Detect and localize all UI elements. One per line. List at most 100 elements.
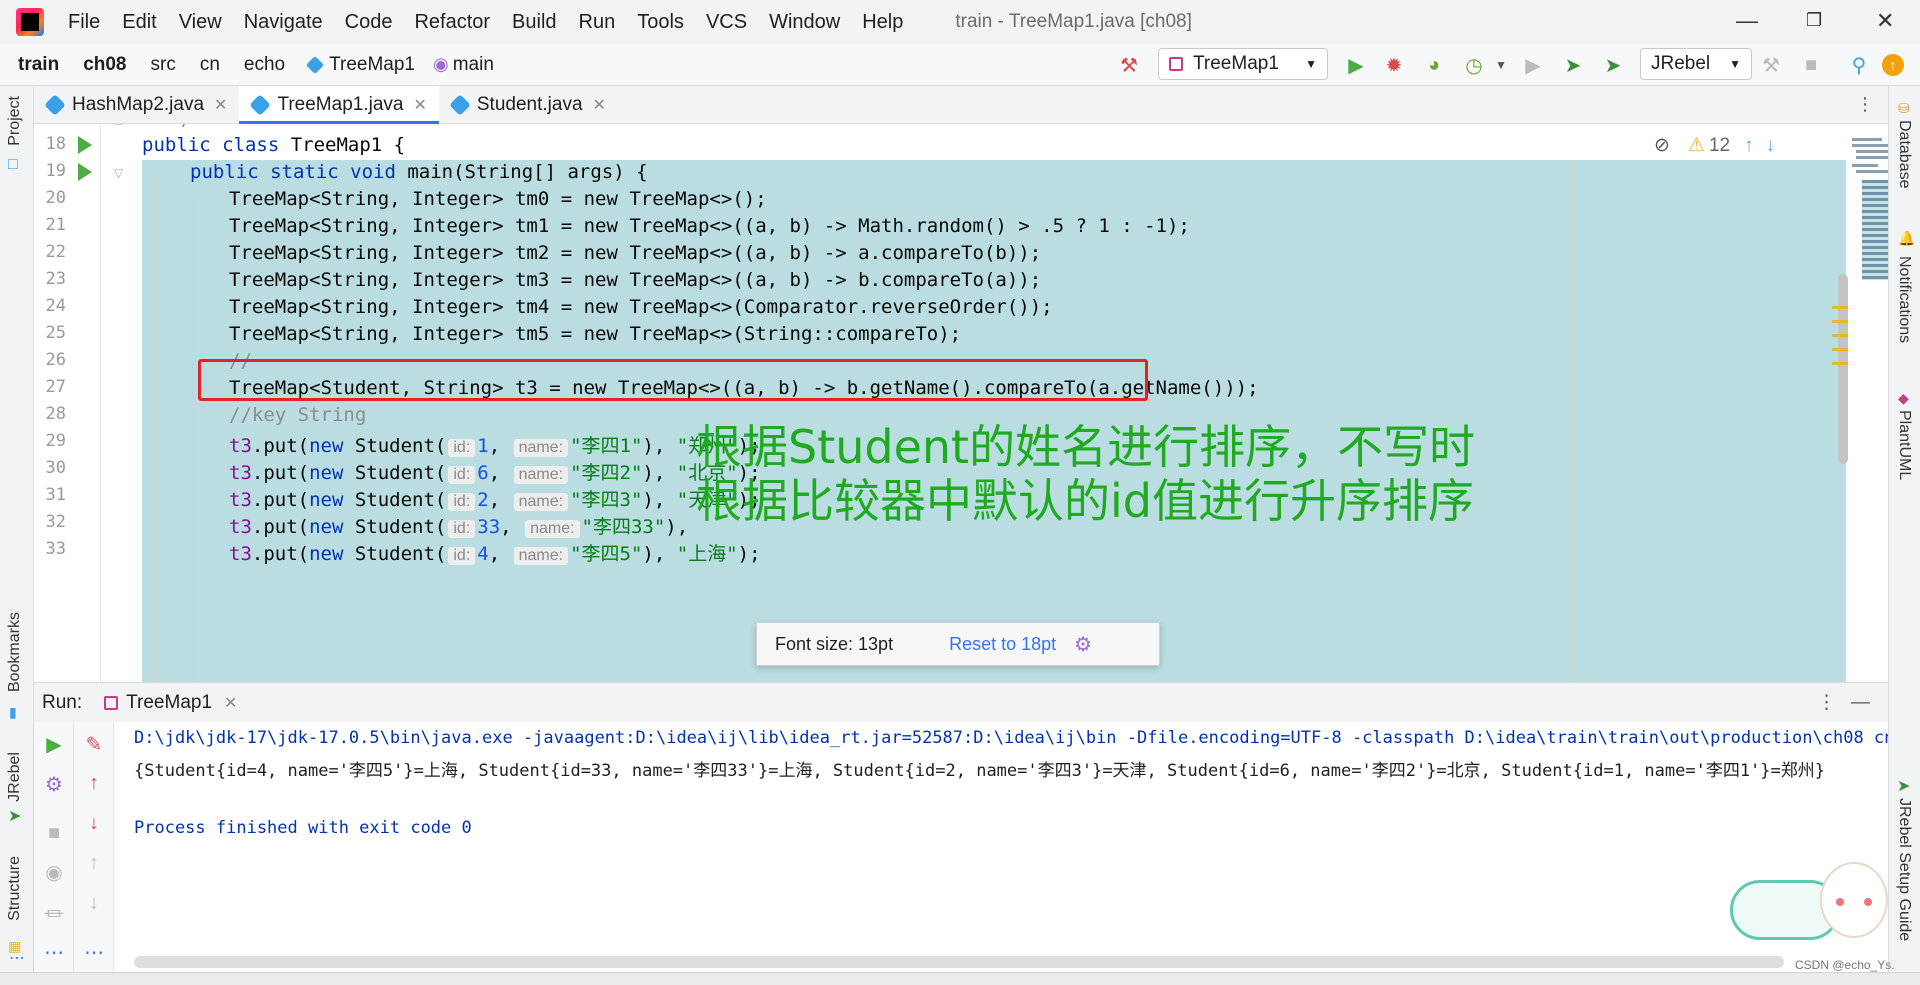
menu-view[interactable]: View — [179, 11, 222, 34]
more-tools-icon[interactable]: ⋯ — [9, 948, 25, 968]
mascot-sticker — [1730, 862, 1888, 948]
line-number: 29 — [45, 431, 66, 451]
menu-refactor[interactable]: Refactor — [414, 11, 490, 34]
jrebel-dropdown[interactable]: JRebel ▼ — [1640, 48, 1752, 80]
menu-vcs[interactable]: VCS — [706, 11, 747, 34]
scroll-up-icon[interactable]: ↑ — [74, 772, 114, 795]
menu-window[interactable]: Window — [769, 11, 840, 34]
menu-code[interactable]: Code — [345, 11, 393, 34]
run-console[interactable]: ▶ ⚙ ■ ◉ ⏛ ⋯ ✎ ↑ ↓ ↑ ↓ ⋯ D:\jdk\jdk-17\jd… — [34, 722, 1888, 972]
coverage-icon[interactable]: ◕ — [1421, 52, 1447, 78]
wrench-icon[interactable]: ✎ — [74, 732, 114, 757]
tab-run-treemap1[interactable]: TreeMap1 — [126, 692, 212, 714]
settings-gear-icon[interactable]: ⚙ — [1074, 632, 1092, 657]
tab-student[interactable]: Student.java ✕ — [439, 86, 618, 123]
run-icon[interactable]: ▶ — [1343, 52, 1369, 78]
debug-icon[interactable]: ✹ — [1381, 52, 1407, 78]
project-tool-button[interactable]: Project — [6, 96, 24, 146]
warning-stripe[interactable] — [1832, 306, 1848, 309]
warning-stripe[interactable] — [1832, 320, 1848, 323]
intellij-logo-icon — [16, 8, 44, 36]
menu-edit[interactable]: Edit — [122, 11, 156, 34]
menu-navigate[interactable]: Navigate — [244, 11, 323, 34]
code-line: TreeMap<String, Integer> tm0 = new TreeM… — [229, 188, 767, 210]
more-run-chevron-icon[interactable]: ▼ — [1488, 52, 1514, 78]
breadcrumb-cn[interactable]: cn — [200, 54, 220, 76]
config-icon — [104, 695, 119, 710]
jrebel-run-icon[interactable]: ➤ — [1560, 52, 1586, 78]
previous-highlight-icon[interactable]: ↑ — [1744, 135, 1754, 157]
run-gutter-icon[interactable] — [78, 136, 92, 154]
menu-run[interactable]: Run — [579, 11, 616, 34]
breadcrumb-train[interactable]: train — [18, 54, 59, 76]
close-icon[interactable]: ✕ — [214, 95, 227, 115]
close-window-icon[interactable]: ✕ — [1876, 8, 1894, 34]
selection-highlight — [1606, 160, 1846, 682]
tab-treemap1[interactable]: TreeMap1.java ✕ — [239, 86, 440, 124]
menu-build[interactable]: Build — [512, 11, 556, 34]
run-settings-icon[interactable]: ⚙ — [34, 772, 74, 797]
warning-stripe[interactable] — [1832, 334, 1848, 337]
minimap[interactable] — [1852, 134, 1888, 434]
plantuml-tool-button[interactable]: PlantUML — [1895, 410, 1913, 480]
jrebel-tool-button[interactable]: JRebel — [6, 752, 24, 802]
inspection-widget[interactable]: ⊘ ⚠ 12 ↑ ↓ — [1654, 134, 1775, 157]
run-gutter-icon[interactable] — [78, 163, 92, 181]
menu-help[interactable]: Help — [862, 11, 903, 34]
warning-stripe[interactable] — [1832, 348, 1848, 351]
restore-icon[interactable]: ❐ — [1806, 10, 1822, 31]
structure-tool-button[interactable]: Structure — [6, 856, 24, 921]
reader-mode-icon[interactable]: ⊘ — [1654, 134, 1670, 157]
close-icon[interactable]: ✕ — [413, 95, 426, 115]
tab-options-icon[interactable]: ⋮ — [1856, 94, 1874, 115]
scroll-down-icon[interactable]: ↓ — [74, 812, 114, 835]
breadcrumb-src[interactable]: src — [151, 54, 176, 76]
run-config-dropdown[interactable]: TreeMap1 ▼ — [1158, 48, 1328, 80]
bottom-tool-strip — [0, 972, 1920, 985]
profile-icon[interactable]: ◷ — [1461, 52, 1487, 78]
search-icon[interactable]: ⚲ — [1846, 52, 1872, 78]
code-line: t3.put(new Student(id: 4, name: "李四5"), "上… — [229, 543, 761, 565]
rerun-icon[interactable]: ▶ — [34, 732, 74, 757]
tab-hashmap2[interactable]: HashMap2.java ✕ — [34, 86, 239, 123]
minimize-panel-icon[interactable]: — — [1851, 692, 1870, 714]
jrebel-debug-icon[interactable]: ➤ — [1600, 52, 1626, 78]
update-icon[interactable]: ↑ — [1882, 54, 1904, 76]
notifications-tool-button[interactable]: Notifications — [1895, 256, 1913, 343]
horizontal-scrollbar[interactable] — [134, 956, 1784, 968]
fold-icon[interactable]: △ — [114, 124, 123, 126]
jrebel-setup-tool-button[interactable]: JRebel Setup Guide — [1895, 798, 1913, 941]
close-icon[interactable]: ✕ — [224, 693, 237, 713]
breadcrumb-echo[interactable]: echo — [244, 54, 285, 76]
bookmarks-tool-button[interactable]: Bookmarks — [6, 612, 24, 692]
code-editor[interactable]: 17 18 19 20 21 22 23 24 25 26 27 28 29 3… — [34, 124, 1888, 682]
breadcrumb-main[interactable]: main — [453, 54, 494, 76]
options-icon[interactable]: ⋮ — [1817, 691, 1836, 714]
fold-icon[interactable]: ▽ — [114, 166, 123, 180]
build-hammer-icon[interactable]: ⚒ — [1116, 52, 1142, 78]
code-text: TreeMap1 { — [279, 134, 406, 156]
breadcrumb-treemap1[interactable]: TreeMap1 — [329, 54, 415, 76]
more-icon[interactable]: ⋯ — [34, 940, 74, 965]
reset-font-link[interactable]: Reset to 18pt — [949, 634, 1056, 655]
code-keyword: public static void — [190, 161, 396, 183]
breadcrumb-ch08[interactable]: ch08 — [83, 54, 126, 76]
class-icon — [306, 55, 325, 74]
method-icon: ◉ — [433, 54, 449, 74]
console-command: D:\jdk\jdk-17\jdk-17.0.5\bin\java.exe -j… — [134, 728, 1888, 748]
minimize-icon[interactable]: — — [1736, 8, 1758, 34]
vertical-scrollbar[interactable] — [1838, 274, 1848, 464]
java-file-icon — [249, 93, 272, 116]
line-number: 32 — [45, 512, 66, 532]
menu-file[interactable]: File — [68, 11, 100, 34]
menu-tools[interactable]: Tools — [637, 11, 684, 34]
next-highlight-icon[interactable]: ↓ — [1766, 135, 1776, 157]
warning-stripe[interactable] — [1832, 362, 1848, 365]
minimap-region — [1862, 180, 1888, 280]
database-tool-button[interactable]: Database — [1895, 120, 1913, 189]
console-output: {Student{id=4, name='李四5'}=上海, Student{i… — [134, 761, 1826, 781]
more-icon[interactable]: ⋯ — [74, 940, 114, 965]
close-icon[interactable]: ✕ — [593, 95, 606, 115]
annotation-line: 根据比较器中默认的id值进行升序排序 — [696, 474, 1474, 528]
line-number: 21 — [45, 215, 66, 235]
